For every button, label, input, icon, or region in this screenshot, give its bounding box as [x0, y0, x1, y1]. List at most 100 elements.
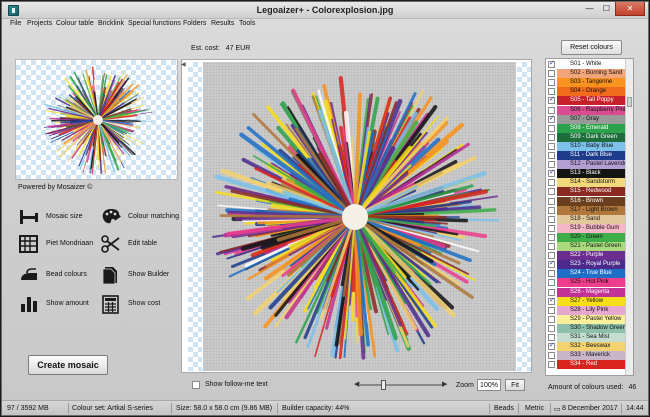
palette-checkbox[interactable] — [548, 243, 555, 250]
palette-row[interactable]: S06 - Raspberry Pink — [546, 105, 627, 115]
palette-row[interactable]: S30 - Shadow Green — [546, 323, 626, 333]
zoom-value[interactable]: 100% — [477, 379, 501, 391]
colour-palette-list[interactable]: S01 - White S02 - Burning Sand S03 - Tange… — [545, 58, 634, 376]
palette-checkbox[interactable] — [548, 215, 555, 223]
palette-row[interactable]: S20 - Green — [546, 232, 626, 242]
maximize-button[interactable]: ☐ — [598, 2, 615, 16]
palette-row[interactable]: S26 - Magenta — [546, 287, 626, 297]
palette-checkbox[interactable] — [548, 296, 555, 305]
mosaic-preview[interactable] — [203, 62, 516, 371]
palette-row[interactable]: S31 - Sea Mist — [546, 333, 626, 342]
palette-row[interactable]: S17 - Light Brown — [546, 205, 626, 215]
palette-row[interactable]: S19 - Bubble Gum — [546, 223, 626, 233]
palette-row[interactable]: S25 - Hot Pink — [546, 278, 626, 288]
palette-checkbox[interactable] — [548, 79, 555, 87]
palette-row[interactable]: S29 - Pastel Yellow — [546, 314, 626, 324]
palette-row[interactable]: S32 - Beeswax — [546, 341, 626, 352]
zoom-decrease-icon[interactable]: ◀ — [354, 380, 359, 388]
close-button[interactable]: ✕ — [615, 2, 645, 16]
palette-checkbox[interactable] — [548, 270, 555, 278]
palette-row[interactable]: S07 - Gray — [546, 114, 626, 124]
palette-checkbox[interactable] — [548, 288, 555, 296]
minimize-button[interactable]: — — [581, 2, 598, 16]
palette-row[interactable]: S28 - Lily Pink — [546, 305, 626, 315]
palette-checkbox[interactable] — [548, 315, 555, 323]
palette-row[interactable]: S22 - Purple — [546, 251, 626, 261]
menu-projects[interactable]: Projects — [27, 20, 52, 27]
palette-checkbox[interactable] — [548, 224, 555, 232]
palette-checkbox[interactable] — [548, 233, 555, 241]
palette-checkbox[interactable] — [548, 334, 555, 341]
palette-checkbox[interactable] — [548, 168, 555, 178]
palette-checkbox[interactable] — [548, 197, 555, 205]
palette-checkbox[interactable] — [548, 324, 555, 332]
palette-row[interactable]: S34 - Red — [546, 360, 626, 370]
title-bar[interactable]: Legoaizer+ - Colorexplosion.jpg — ☐ ✕ — [2, 2, 648, 19]
palette-scrollbar[interactable] — [625, 59, 633, 375]
menu-special-functions[interactable]: Special functions — [128, 20, 181, 27]
palette-row[interactable]: S24 - True Blue — [546, 269, 626, 279]
palette-row[interactable]: S33 - Maverick — [546, 351, 626, 361]
show-builder-label: Show Builder — [128, 271, 170, 278]
palette-row[interactable]: S05 - Tall Poppy — [546, 95, 626, 106]
menu-bricklink[interactable]: Bricklink — [98, 20, 124, 27]
palette-checkbox[interactable] — [548, 114, 555, 123]
palette-row[interactable]: S01 - White — [546, 59, 626, 69]
palette-checkbox[interactable] — [548, 361, 555, 369]
palette-row[interactable]: S11 - Dark Blue — [546, 151, 626, 160]
palette-checkbox[interactable] — [548, 133, 555, 141]
palette-checkbox[interactable] — [548, 179, 555, 187]
palette-checkbox[interactable] — [548, 161, 555, 169]
palette-row[interactable]: S03 - Tangerine — [546, 78, 626, 88]
palette-row[interactable]: S13 - Black — [546, 168, 626, 179]
mosaic-canvas[interactable] — [181, 59, 532, 373]
palette-row[interactable]: S12 - Pastel Lavender — [546, 160, 629, 170]
palette-row[interactable]: S14 - Sandstorm — [546, 178, 626, 188]
zoom-slider[interactable]: ◀ ▶ — [354, 380, 448, 390]
palette-checkbox[interactable] — [548, 188, 555, 196]
palette-checkbox[interactable] — [548, 279, 555, 287]
palette-row[interactable]: S16 - Brown — [546, 196, 626, 206]
palette-row[interactable]: S27 - Yellow — [546, 296, 626, 306]
palette-row[interactable]: S09 - Dark Green — [546, 132, 626, 142]
palette-row[interactable]: S23 - Royal Purple — [546, 259, 626, 270]
source-image-preview[interactable] — [15, 59, 178, 180]
palette-colour-name: S17 - Light Brown — [570, 206, 618, 213]
create-mosaic-button[interactable]: Create mosaic — [28, 355, 108, 375]
palette-checkbox[interactable] — [548, 206, 555, 214]
menu-folders[interactable]: Folders — [183, 20, 206, 27]
palette-checkbox[interactable] — [548, 252, 555, 260]
zoom-increase-icon[interactable]: ▶ — [442, 380, 447, 388]
palette-checkbox[interactable] — [548, 106, 555, 114]
follow-me-checkbox[interactable] — [192, 381, 200, 389]
palette-checkbox[interactable] — [548, 59, 555, 68]
palette-scroll-thumb[interactable] — [627, 97, 632, 107]
fit-button[interactable]: Fit — [505, 379, 525, 391]
palette-checkbox[interactable] — [548, 352, 555, 360]
palette-row[interactable]: S10 - Baby Blue — [546, 141, 626, 151]
palette-checkbox[interactable] — [548, 95, 555, 105]
palette-checkbox[interactable] — [548, 124, 555, 132]
palette-checkbox[interactable] — [548, 142, 555, 150]
palette-swatch: S13 - Black — [557, 169, 626, 179]
palette-row[interactable]: S21 - Pastel Green — [546, 242, 626, 251]
menu-colour-table[interactable]: Colour table — [56, 20, 94, 27]
palette-checkbox[interactable] — [548, 70, 555, 78]
palette-row[interactable]: S18 - Sand — [546, 214, 626, 224]
palette-checkbox[interactable] — [548, 341, 555, 351]
reset-colours-button[interactable]: Reset colours — [561, 40, 622, 55]
palette-checkbox[interactable] — [548, 259, 555, 269]
palette-checkbox[interactable] — [548, 88, 555, 96]
palette-checkbox[interactable] — [548, 306, 555, 314]
palette-row[interactable]: S04 - Orange — [546, 87, 626, 97]
palette-checkbox[interactable] — [548, 152, 555, 159]
menu-tools[interactable]: Tools — [239, 20, 255, 27]
palette-row[interactable]: S15 - Redwood — [546, 187, 626, 197]
canvas-scroll-left-icon[interactable]: ◀ — [181, 61, 187, 69]
menu-file[interactable]: File — [10, 20, 21, 27]
palette-swatch: S24 - True Blue — [557, 269, 626, 279]
zoom-slider-thumb[interactable] — [380, 380, 386, 390]
palette-row[interactable]: S02 - Burning Sand — [546, 69, 626, 79]
palette-row[interactable]: S08 - Emerald — [546, 123, 626, 133]
menu-results[interactable]: Results — [211, 20, 234, 27]
